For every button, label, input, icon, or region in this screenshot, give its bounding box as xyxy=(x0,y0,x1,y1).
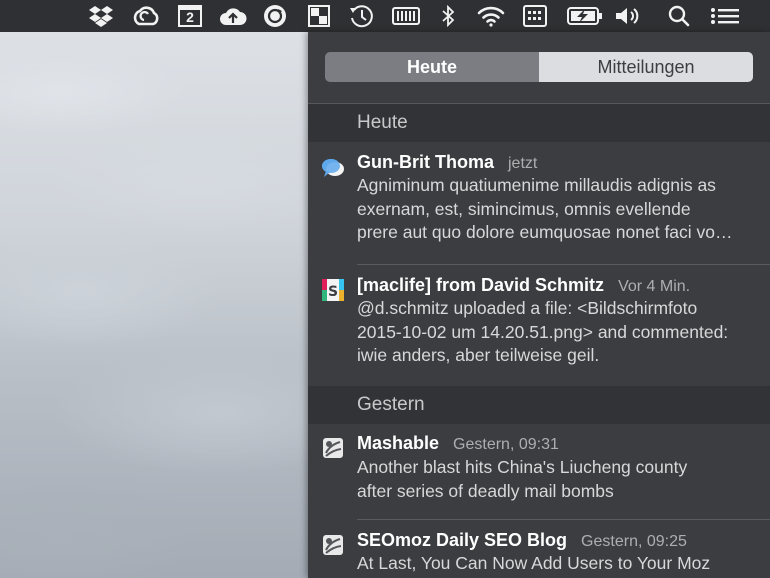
memory-icon[interactable] xyxy=(392,4,420,28)
notification-header: Gun-Brit Thoma jetzt xyxy=(357,152,537,173)
notification-body: Agniminum quatiumenime millaudis adignis… xyxy=(357,174,757,245)
dropbox-icon[interactable] xyxy=(88,4,114,28)
notification-center: Heute Mitteilungen Heute Gun-Brit Thoma j… xyxy=(308,32,770,578)
section-header-heute: Heute xyxy=(308,104,770,142)
sync-icon[interactable] xyxy=(262,4,288,28)
notification-title: Mashable xyxy=(357,433,440,453)
rss-reader-icon xyxy=(321,533,345,557)
body-line: @d.schmitz uploaded a file: <Bildschirmf… xyxy=(357,298,698,318)
resize-icon[interactable] xyxy=(307,4,331,28)
search-icon[interactable] xyxy=(667,4,691,28)
svg-text:S: S xyxy=(328,284,338,300)
notification-item[interactable]: Gun-Brit Thoma jetzt Agniminum quatiumeni… xyxy=(308,142,770,264)
calendar-day: 2 xyxy=(186,9,194,25)
keyboard-icon[interactable] xyxy=(522,4,548,28)
time-machine-icon[interactable] xyxy=(348,4,374,28)
notification-title: Gun-Brit Thoma xyxy=(357,152,494,172)
wifi-icon[interactable] xyxy=(476,4,506,28)
menu-bar: 2 xyxy=(0,0,770,32)
notification-header: [maclife] from David Schmitz Vor 4 Min. xyxy=(357,275,690,296)
tab-heute[interactable]: Heute xyxy=(325,52,539,82)
body-line: after series of deadly mail bombs xyxy=(357,480,614,501)
slack-icon: S xyxy=(321,278,345,302)
notification-title: SEOmoz Daily SEO Blog xyxy=(357,530,568,550)
segmented-control: Heute Mitteilungen xyxy=(325,52,753,82)
body-line: exernam, est, simincimus, omnis evellend… xyxy=(357,198,691,219)
desktop-wallpaper xyxy=(0,32,308,578)
notification-body: At Last, You Can Now Add Users to Your M… xyxy=(357,552,757,576)
body-line: prere aut quo dolore eumquosae nonet fac… xyxy=(357,222,733,242)
calendar-icon[interactable]: 2 xyxy=(178,4,202,28)
tab-mitteilungen[interactable]: Mitteilungen xyxy=(539,52,753,82)
rss-reader-icon xyxy=(321,436,345,460)
notification-body: Another blast hits China's Liucheng coun… xyxy=(357,456,757,503)
messages-icon xyxy=(321,156,345,180)
notification-time: jetzt xyxy=(508,155,538,172)
body-line: At Last, You Can Now Add Users to Your M… xyxy=(357,553,711,573)
notification-item[interactable]: S [maclife] from David Schmitz Vor 4 Min.… xyxy=(308,265,770,385)
notification-time: Gestern, 09:31 xyxy=(453,436,559,453)
notification-time: Gestern, 09:25 xyxy=(581,533,687,550)
notification-title: [maclife] from David Schmitz xyxy=(357,275,605,295)
body-line: iwie anders, aber teilweise geil. xyxy=(357,345,600,365)
notification-item[interactable]: Mashable Gestern, 09:31 Another blast hit… xyxy=(308,424,770,520)
creative-cloud-icon[interactable] xyxy=(131,4,161,28)
notification-header: Mashable Gestern, 09:31 xyxy=(357,433,559,454)
volume-icon[interactable] xyxy=(614,4,642,28)
notification-time: Vor 4 Min. xyxy=(618,278,691,295)
body-line: Another blast hits China's Liucheng coun… xyxy=(357,457,688,477)
notification-item[interactable]: SEOmoz Daily SEO Blog Gestern, 09:25 At L… xyxy=(308,520,770,578)
cloud-upload-icon[interactable] xyxy=(219,4,247,28)
body-line: 2015-10-02 um 14.20.51.png> and commente… xyxy=(357,321,729,342)
bluetooth-icon[interactable] xyxy=(439,4,457,28)
body-line: Agniminum quatiumenime millaudis adignis… xyxy=(357,175,716,195)
battery-icon[interactable] xyxy=(566,4,604,28)
notification-header: SEOmoz Daily SEO Blog Gestern, 09:25 xyxy=(357,530,687,551)
list-icon[interactable] xyxy=(709,4,741,28)
section-header-gestern: Gestern xyxy=(308,386,770,424)
notification-body: @d.schmitz uploaded a file: <Bildschirmf… xyxy=(357,297,757,368)
